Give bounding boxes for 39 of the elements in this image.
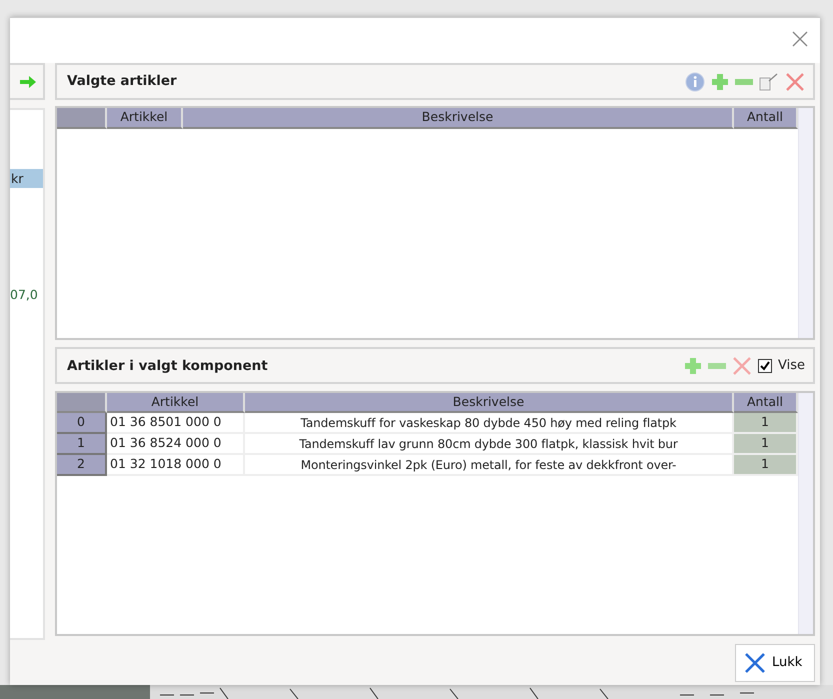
panel-title: Valgte artikler xyxy=(67,73,178,90)
add-icon[interactable] xyxy=(684,356,702,375)
edit-icon[interactable] xyxy=(759,72,779,90)
show-checkbox[interactable] xyxy=(758,358,772,373)
list-item[interactable]: kr xyxy=(10,169,43,188)
remove-icon[interactable] xyxy=(708,362,726,370)
corner-header xyxy=(57,392,107,414)
show-label: Vise xyxy=(778,357,805,375)
row-number[interactable]: 0 xyxy=(57,413,107,434)
table-cell: 1 xyxy=(734,413,798,434)
table-cell: 01 36 8524 000 0 xyxy=(107,434,245,456)
table-cell: 01 32 1018 000 0 xyxy=(107,455,245,476)
table-cell: Monteringsvinkel 2pk (Euro) metall, for feste av dekkfront over- xyxy=(245,455,734,476)
column-header[interactable]: Beskrivelse xyxy=(245,392,734,414)
info-icon[interactable] xyxy=(685,72,705,92)
arrow-icon xyxy=(19,76,37,88)
corner-header xyxy=(57,108,107,129)
row-number[interactable]: 2 xyxy=(57,455,107,476)
remove-icon[interactable] xyxy=(735,78,753,86)
column-header[interactable]: Artikkel xyxy=(107,108,183,129)
close-icon[interactable] xyxy=(792,29,808,48)
column-header[interactable]: Antall xyxy=(734,392,798,414)
column-header[interactable]: Beskrivelse xyxy=(183,108,734,129)
forward-button[interactable] xyxy=(10,63,45,100)
amount-text: 07,0 xyxy=(10,286,39,304)
close-button[interactable]: Lukk xyxy=(735,644,815,682)
add-icon[interactable] xyxy=(711,72,729,90)
table-cell: 1 xyxy=(734,434,798,456)
table-cell: 01 36 8501 000 0 xyxy=(107,413,245,434)
table-cell: Tandemskuff lav grunn 80cm dybde 300 flatpk, klassisk hvit bur xyxy=(245,434,734,456)
delete-icon[interactable] xyxy=(785,72,805,92)
row-number[interactable]: 1 xyxy=(57,434,107,456)
table-cell: 1 xyxy=(734,455,798,476)
panel-title: Artikler i valgt komponent xyxy=(67,358,269,374)
table-cell: Tandemskuff for vaskeskap 80 dybde 450 høy med reling flatpk xyxy=(245,413,734,434)
column-header[interactable]: Artikkel xyxy=(107,392,245,414)
column-header[interactable]: Antall xyxy=(734,108,798,129)
close-icon xyxy=(744,652,766,672)
delete-icon[interactable] xyxy=(732,356,752,376)
